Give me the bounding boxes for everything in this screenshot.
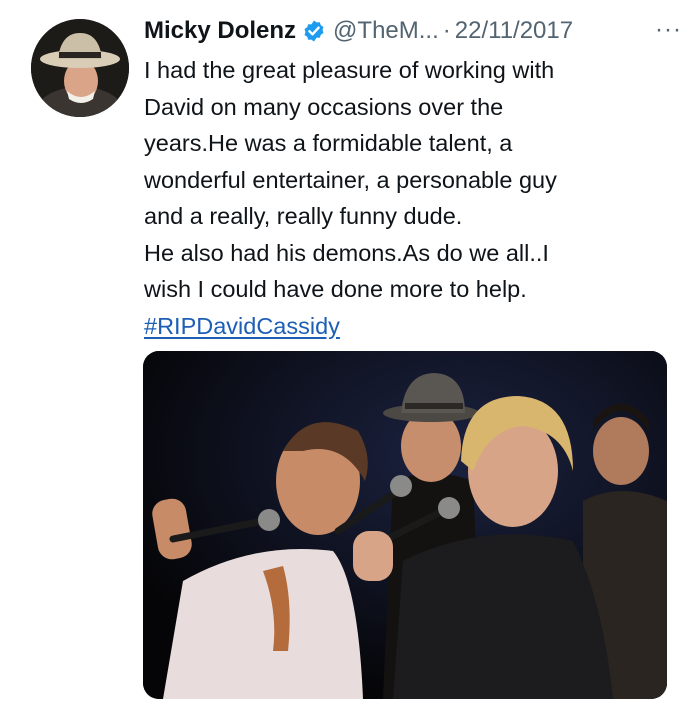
more-options-icon[interactable]: ··· <box>655 16 682 44</box>
tweet-line: He also had his demons.As do we all..I <box>144 239 549 266</box>
hashtag-link[interactable]: #RIPDavidCassidy <box>144 313 340 339</box>
tweet-line: I had the great pleasure of working with <box>144 57 555 83</box>
author-name[interactable]: Micky Dolenz <box>144 17 296 45</box>
tweet-line: years.He was a formidable talent, a <box>144 130 513 156</box>
tweet-header: Micky Dolenz @TheM... · 22/11/2017 ··· <box>144 14 690 48</box>
header-separator: · <box>442 17 451 44</box>
tweet-text: I had the great pleasure of working with… <box>144 52 684 344</box>
tweet-date[interactable]: 22/11/2017 <box>455 17 573 45</box>
tweet-line: David on many occasions over the <box>144 93 504 120</box>
tweet-line: wish I could have done more to help. <box>144 276 527 302</box>
tweet-line: and a really, really funny dude. <box>144 203 463 229</box>
author-avatar[interactable] <box>31 19 129 117</box>
tweet-media-photo[interactable] <box>143 351 667 699</box>
tweet-line: wonderful entertainer, a personable guy <box>144 166 557 193</box>
author-handle[interactable]: @TheM... <box>333 17 439 45</box>
verified-badge-icon <box>302 19 326 43</box>
avatar-image <box>31 19 129 117</box>
concert-photo <box>143 351 667 699</box>
